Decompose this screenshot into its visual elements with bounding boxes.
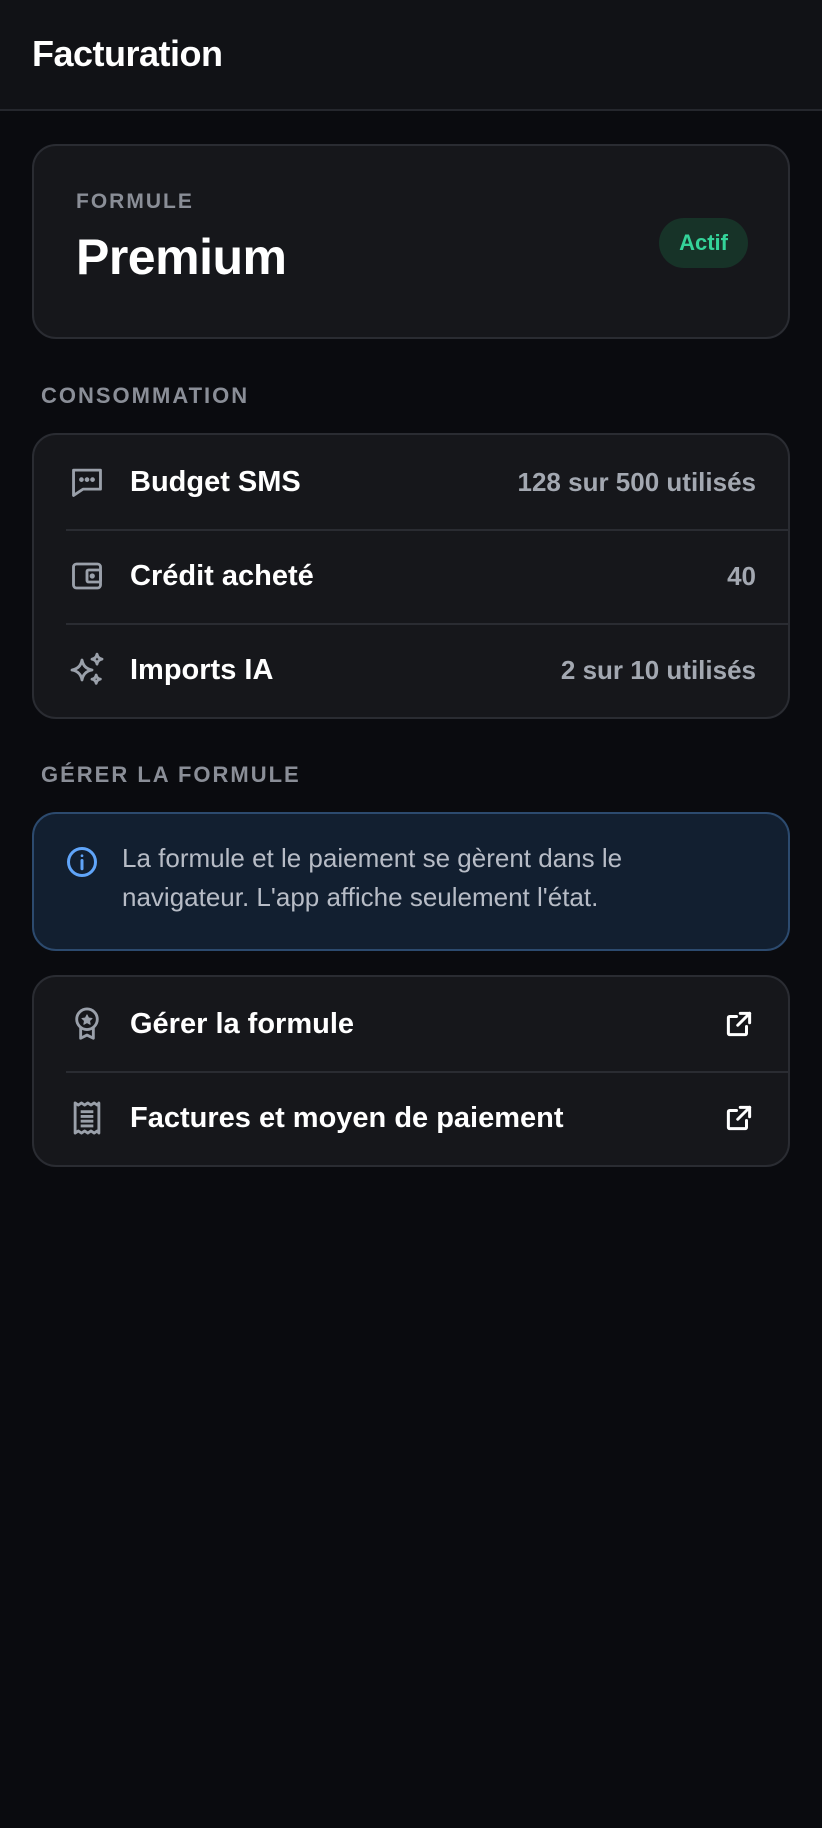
info-banner: La formule et le paiement se gèrent dans…: [32, 812, 790, 951]
manage-links-list: Gérer la formule Factures et moyen de pa…: [32, 975, 790, 1167]
consumption-label: Budget SMS: [130, 465, 301, 498]
sparkles-icon: [67, 650, 107, 690]
consumption-label: Imports IA: [130, 653, 274, 686]
consumption-label: Crédit acheté: [130, 559, 314, 592]
invoices-payment-link[interactable]: Factures et moyen de paiement: [34, 1071, 788, 1165]
consumption-value: 128 sur 500 utilisés: [517, 466, 756, 497]
plan-card: FORMULE Premium Actif: [32, 144, 790, 339]
external-link-icon: [722, 1007, 756, 1041]
info-icon: [64, 844, 100, 880]
consumption-value: 2 sur 10 utilisés: [560, 654, 756, 685]
info-text: La formule et le paiement se gèrent dans…: [122, 843, 623, 912]
wallet-icon: [67, 556, 107, 596]
consumption-value: 40: [727, 560, 756, 591]
award-icon: [67, 1004, 107, 1044]
external-link-icon: [722, 1101, 756, 1135]
main-content: FORMULE Premium Actif CONSOMMATION Budge…: [0, 111, 822, 1167]
page-title: Facturation: [32, 32, 223, 74]
consumption-row-ai-imports: Imports IA 2 sur 10 utilisés: [34, 623, 788, 717]
receipt-icon: [67, 1098, 107, 1138]
plan-name: Premium: [76, 229, 287, 285]
consumption-section-label: CONSOMMATION: [41, 383, 250, 408]
app-header: Facturation: [0, 0, 822, 111]
consumption-row-credit: Crédit acheté 40: [34, 529, 788, 623]
consumption-list: Budget SMS 128 sur 500 utilisés Crédit a…: [32, 433, 790, 719]
message-dots-icon: [67, 462, 107, 502]
manage-plan-label: Gérer la formule: [130, 1007, 355, 1040]
status-badge: Actif: [659, 218, 748, 268]
manage-section-label: GÉRER LA FORMULE: [41, 762, 301, 787]
consumption-row-sms: Budget SMS 128 sur 500 utilisés: [34, 435, 788, 529]
plan-label: FORMULE: [76, 190, 194, 213]
invoices-payment-label: Factures et moyen de paiement: [130, 1101, 564, 1134]
manage-plan-link[interactable]: Gérer la formule: [34, 977, 788, 1071]
